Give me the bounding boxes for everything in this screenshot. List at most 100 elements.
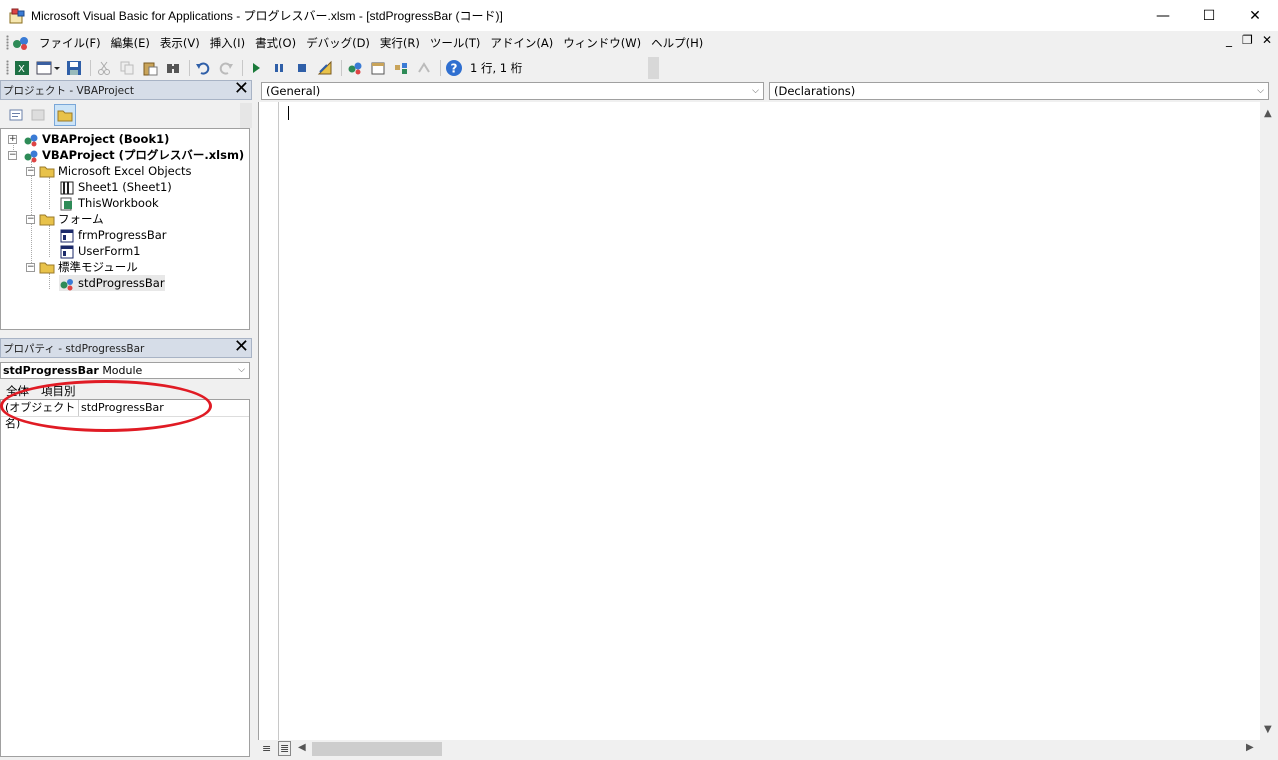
tree-label: VBAProject (プログレスバー.xlsm) xyxy=(42,148,245,162)
project-toolbar-scroll[interactable] xyxy=(240,103,252,128)
vba-menu-icon[interactable] xyxy=(12,35,30,51)
properties-pane-close-button[interactable]: ✕ xyxy=(234,337,249,357)
break-icon[interactable] xyxy=(269,58,289,78)
menu-insert[interactable]: 挿入(I) xyxy=(205,35,250,51)
object-select[interactable]: stdProgressBar Module ⌵ xyxy=(0,362,250,379)
tree-item-forms-folder[interactable]: − フォーム xyxy=(26,211,104,227)
menu-addins[interactable]: アドイン(A) xyxy=(485,35,558,51)
standard-toolbar: X ? 1 行, 1 桁 xyxy=(0,55,660,80)
collapse-toggle[interactable]: − xyxy=(8,150,17,160)
procedure-view-icon[interactable]: ≡ xyxy=(262,742,271,755)
tree-item-userform1[interactable]: UserForm1 xyxy=(59,243,141,259)
menu-tools[interactable]: ツール(T) xyxy=(425,35,486,51)
properties-grid: (オブジェクト名) stdProgressBar xyxy=(0,399,250,757)
project-pane-close-button[interactable]: ✕ xyxy=(234,79,249,99)
tree-item-book1[interactable]: + VBAProject (Book1) xyxy=(8,131,169,147)
title-bar: Microsoft Visual Basic for Applications … xyxy=(0,0,1278,31)
userform-icon xyxy=(59,245,75,258)
paste-icon[interactable] xyxy=(140,58,160,78)
menu-bar: ファイル(F) 編集(E) 表示(V) 挿入(I) 書式(O) デバッグ(D) … xyxy=(0,31,1278,54)
toolbar-separator xyxy=(341,59,342,76)
vbaproject-icon xyxy=(23,133,39,146)
close-button[interactable]: ✕ xyxy=(1232,0,1278,31)
scroll-down-icon[interactable]: ▼ xyxy=(1264,724,1272,735)
object-combo[interactable]: (General) ⌵ xyxy=(261,82,764,100)
view-object-icon[interactable] xyxy=(28,105,48,125)
tree-connector xyxy=(49,273,50,289)
scroll-right-icon[interactable]: ▶ xyxy=(1246,742,1254,753)
scroll-left-icon[interactable]: ◀ xyxy=(298,742,306,753)
mdi-restore-button[interactable]: ❐ xyxy=(1242,33,1253,47)
mdi-minimize-button[interactable]: _ xyxy=(1226,33,1232,47)
tree-label: フォーム xyxy=(58,212,104,226)
menu-grip[interactable] xyxy=(6,35,9,50)
object-browser-icon[interactable] xyxy=(391,58,411,78)
tree-label: VBAProject (Book1) xyxy=(42,132,170,146)
tree-item-progressbar-project[interactable]: − VBAProject (プログレスバー.xlsm) xyxy=(8,147,244,163)
tree-label: UserForm1 xyxy=(78,244,141,258)
menu-file[interactable]: ファイル(F) xyxy=(34,35,106,51)
menu-format[interactable]: 書式(O) xyxy=(250,35,301,51)
tree-item-stdprogressbar[interactable]: stdProgressBar xyxy=(59,275,165,291)
code-margin[interactable] xyxy=(259,102,279,740)
scroll-up-icon[interactable]: ▲ xyxy=(1264,108,1272,119)
cut-icon[interactable] xyxy=(94,58,114,78)
tree-label: Sheet1 (Sheet1) xyxy=(78,180,172,194)
tree-item-excel-objects[interactable]: − Microsoft Excel Objects xyxy=(26,163,192,179)
run-icon[interactable] xyxy=(246,58,266,78)
undo-icon[interactable] xyxy=(193,58,213,78)
procedure-combo[interactable]: (Declarations) ⌵ xyxy=(769,82,1269,100)
redo-icon[interactable] xyxy=(216,58,236,78)
project-tree: + VBAProject (Book1) − VBAProject (プログレス… xyxy=(0,128,250,330)
help-icon[interactable]: ? xyxy=(444,58,464,78)
excel-view-icon[interactable]: X xyxy=(12,58,32,78)
tree-item-modules-folder[interactable]: − 標準モジュール xyxy=(26,259,138,275)
menu-view[interactable]: 表示(V) xyxy=(155,35,205,51)
toolbox-icon[interactable] xyxy=(414,58,434,78)
full-module-view-icon[interactable]: ≣ xyxy=(278,741,292,756)
tree-item-thisworkbook[interactable]: ThisWorkbook xyxy=(59,195,159,211)
minimize-button[interactable]: — xyxy=(1140,0,1186,31)
tree-item-frmprogressbar[interactable]: frmProgressBar xyxy=(59,227,167,243)
tree-connector xyxy=(49,177,50,209)
collapse-toggle[interactable]: − xyxy=(26,214,35,224)
folder-icon xyxy=(39,165,55,178)
code-editor[interactable] xyxy=(258,102,1260,740)
horizontal-scroll-thumb[interactable] xyxy=(312,742,442,756)
view-code-icon[interactable] xyxy=(6,105,26,125)
collapse-toggle[interactable]: − xyxy=(26,262,35,272)
toolbar-grip[interactable] xyxy=(6,60,9,75)
maximize-button[interactable]: ☐ xyxy=(1186,0,1232,31)
menu-run[interactable]: 実行(R) xyxy=(375,35,425,51)
collapse-toggle[interactable]: − xyxy=(26,166,35,176)
expand-toggle[interactable]: + xyxy=(8,134,17,144)
reset-icon[interactable] xyxy=(292,58,312,78)
save-icon[interactable] xyxy=(64,58,84,78)
copy-icon[interactable] xyxy=(117,58,137,78)
tree-label: Microsoft Excel Objects xyxy=(58,164,192,178)
toolbar-separator xyxy=(242,59,243,76)
toolbar-options-button[interactable] xyxy=(648,57,659,79)
insert-userform-icon[interactable] xyxy=(35,58,61,78)
vbaproject-icon xyxy=(23,149,39,162)
toggle-folders-icon[interactable] xyxy=(54,104,76,126)
chevron-down-icon: ⌵ xyxy=(238,365,245,375)
mdi-close-button[interactable]: ✕ xyxy=(1262,33,1272,47)
tree-connector xyxy=(49,225,50,257)
menu-debug[interactable]: デバッグ(D) xyxy=(301,35,375,51)
userform-icon xyxy=(59,229,75,242)
vertical-scrollbar[interactable]: ▲ ▼ xyxy=(1260,102,1278,740)
properties-pane-header: プロパティ - stdProgressBar ✕ xyxy=(0,337,252,358)
tree-item-sheet1[interactable]: Sheet1 (Sheet1) xyxy=(59,179,172,195)
text-caret xyxy=(288,106,289,120)
horizontal-scrollbar[interactable]: ≡ ≣ ◀ ▶ xyxy=(258,740,1260,758)
properties-window-icon[interactable] xyxy=(368,58,388,78)
find-icon[interactable] xyxy=(163,58,183,78)
design-mode-icon[interactable] xyxy=(315,58,335,78)
menu-edit[interactable]: 編集(E) xyxy=(106,35,155,51)
menu-window[interactable]: ウィンドウ(W) xyxy=(558,35,646,51)
menu-help[interactable]: ヘルプ(H) xyxy=(646,35,708,51)
chevron-down-icon: ⌵ xyxy=(1257,86,1264,96)
toolbar-separator xyxy=(440,59,441,76)
project-explorer-icon[interactable] xyxy=(345,58,365,78)
